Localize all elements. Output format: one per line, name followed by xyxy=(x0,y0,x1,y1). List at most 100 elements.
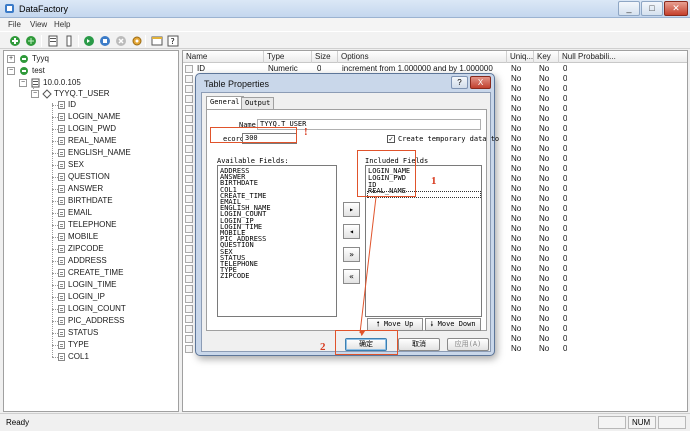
grid-cell: No xyxy=(539,334,550,343)
available-field-item[interactable]: ZIPCODE xyxy=(220,273,250,280)
connect-icon[interactable] xyxy=(24,34,38,48)
row-icon xyxy=(185,245,193,253)
tree-field-label: QUESTION xyxy=(68,172,110,181)
grid-cell: 0 xyxy=(563,164,568,173)
grid-cell: 0 xyxy=(563,114,568,123)
row-icon xyxy=(185,155,193,163)
tree-field-label: BIRTHDATE xyxy=(68,196,113,205)
grid-cell: 0 xyxy=(563,284,568,293)
stop-icon[interactable] xyxy=(98,34,112,48)
field-icon xyxy=(58,353,65,361)
tab-general[interactable]: General xyxy=(206,96,244,110)
field-icon xyxy=(58,269,65,277)
grid-cell: 0 xyxy=(563,174,568,183)
row-icon xyxy=(185,215,193,223)
menu-help[interactable]: Help xyxy=(54,20,70,29)
grid-cell: 0 xyxy=(563,204,568,213)
refresh-icon[interactable] xyxy=(82,34,96,48)
grid-cell: No xyxy=(511,224,522,233)
header-name[interactable]: Name xyxy=(183,51,264,63)
row-icon xyxy=(185,305,193,313)
grid-cell: No xyxy=(511,314,522,323)
grid-cell: No xyxy=(539,194,550,203)
row-icon xyxy=(185,325,193,333)
field-icon xyxy=(58,149,65,157)
grid-cell: No xyxy=(539,94,550,103)
header-unique[interactable]: Uniq... xyxy=(507,51,534,63)
toolbar: ? xyxy=(0,31,690,49)
maximize-button[interactable]: □ xyxy=(641,1,663,16)
grid-cell: No xyxy=(511,234,522,243)
properties-icon[interactable] xyxy=(46,34,60,48)
grid-cell: No xyxy=(511,244,522,253)
grid-cell: 0 xyxy=(563,154,568,163)
menu-file[interactable]: File xyxy=(8,20,21,29)
grid-cell: No xyxy=(511,114,522,123)
move-down-button[interactable]: 🠗 Move Down xyxy=(425,318,481,331)
minimize-button[interactable]: _ xyxy=(618,1,640,16)
table-icon[interactable] xyxy=(150,34,164,48)
settings-icon[interactable] xyxy=(130,34,144,48)
remove-all-button[interactable]: « xyxy=(343,269,360,284)
tree-field-label: ZIPCODE xyxy=(68,244,104,253)
grid-cell: No xyxy=(511,264,522,273)
tree-field-label: LOGIN_PWD xyxy=(68,124,117,133)
grid-cell: 0 xyxy=(563,194,568,203)
create-temp-checkbox[interactable]: ✓ xyxy=(387,135,395,143)
grid-cell: 0 xyxy=(563,314,568,323)
create-temp-label: Create temporary data to xyxy=(398,135,500,143)
add-database-icon[interactable] xyxy=(8,34,22,48)
help-icon[interactable]: ? xyxy=(166,34,180,48)
database-icon xyxy=(20,55,28,63)
header-null-probability[interactable]: Null Probabili... xyxy=(559,51,687,63)
grid-cell: No xyxy=(539,324,550,333)
grid-cell: 0 xyxy=(563,254,568,263)
header-size[interactable]: Size xyxy=(312,51,338,63)
menu-view[interactable]: View xyxy=(30,20,47,29)
dialog-help-button[interactable]: ? xyxy=(451,76,468,89)
tree-field-label: LOGIN_NAME xyxy=(68,112,121,121)
grid-cell: No xyxy=(539,124,550,133)
tree-field-label: LOGIN_TIME xyxy=(68,280,117,289)
grid-cell: 0 xyxy=(563,344,568,353)
tree-panel[interactable]: + Tyyq − test − 10.0.0.105 − TYYQ.T_USER… xyxy=(3,50,179,412)
cancel-icon[interactable] xyxy=(114,34,128,48)
grid-cell: No xyxy=(511,174,522,183)
close-button[interactable]: ✕ xyxy=(664,1,688,16)
status-text: Ready xyxy=(6,418,30,427)
table-icon xyxy=(42,89,52,99)
grid-cell: No xyxy=(539,234,550,243)
grid-cell: No xyxy=(511,304,522,313)
header-type[interactable]: Type xyxy=(264,51,312,63)
available-fields-list[interactable]: ADDRESS ANSWER BIRTHDATE COL1 CREATE_TIME EMA… xyxy=(217,165,337,317)
row-icon xyxy=(185,165,193,173)
dialog-close-button[interactable]: X xyxy=(470,76,491,89)
header-key[interactable]: Key xyxy=(534,51,559,63)
grid-cell: No xyxy=(539,294,550,303)
row-icon xyxy=(185,335,193,343)
grid-cell: No xyxy=(539,224,550,233)
tab-output[interactable]: Output xyxy=(241,97,275,109)
grid-cell: No xyxy=(539,184,550,193)
row-icon xyxy=(185,225,193,233)
field-icon xyxy=(58,209,65,217)
grid-cell: 0 xyxy=(563,224,568,233)
cancel-button[interactable]: 取消 xyxy=(398,338,440,351)
grid-cell: No xyxy=(511,84,522,93)
column-icon[interactable] xyxy=(62,34,76,48)
remove-field-button[interactable]: ◂ xyxy=(343,224,360,239)
field-icon xyxy=(58,137,65,145)
field-icon xyxy=(58,317,65,325)
header-options[interactable]: Options xyxy=(338,51,507,63)
add-field-button[interactable]: ▸ xyxy=(343,202,360,217)
grid-cell: 0 xyxy=(563,124,568,133)
grid-cell: No xyxy=(539,214,550,223)
add-all-button[interactable]: » xyxy=(343,247,360,262)
field-icon xyxy=(58,305,65,313)
row-icon xyxy=(185,295,193,303)
grid-cell: No xyxy=(539,144,550,153)
field-icon xyxy=(58,233,65,241)
apply-button[interactable]: 应用(A) xyxy=(447,338,489,351)
tree-field-label: COL1 xyxy=(68,352,89,361)
grid-cell: 0 xyxy=(563,334,568,343)
